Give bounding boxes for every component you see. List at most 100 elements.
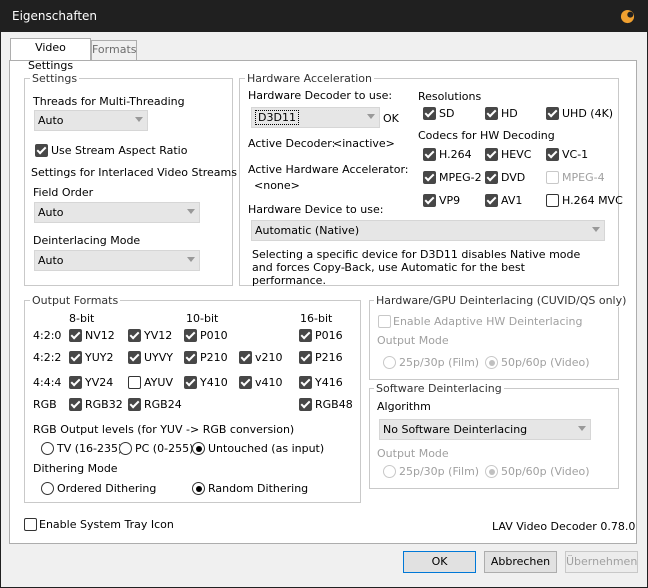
fmt-rgb32-checkbox[interactable] (69, 398, 82, 411)
hw-deint-video-label: 50p/60p (Video) (501, 356, 590, 369)
fmt-yv24-label: YV24 (85, 376, 114, 389)
codec-av1-label: AV1 (501, 194, 523, 207)
sw-deint-film-radio[interactable] (383, 465, 396, 478)
fmt-p010-checkbox[interactable] (184, 329, 197, 342)
fmt-y410-checkbox[interactable] (184, 376, 197, 389)
algorithm-combo[interactable]: No Software Deinterlacing (379, 419, 591, 440)
codecs-label: Codecs for HW Decoding (418, 129, 555, 142)
res-hd-label: HD (501, 107, 518, 120)
chevron-down-icon (187, 257, 195, 262)
fmt-yuy2-label: YUY2 (85, 351, 114, 364)
hwaccel-group-title: Hardware Acceleration (245, 72, 374, 85)
apply-button[interactable]: Übernehmen (565, 551, 638, 573)
res-sd-checkbox[interactable] (423, 107, 436, 120)
chevron-down-icon (592, 227, 600, 232)
tab-formats[interactable]: Formats (91, 40, 137, 60)
chevron-down-icon (367, 114, 375, 119)
dither-ordered-radio[interactable] (41, 482, 54, 495)
sw-deint-film-label: 25p/30p (Film) (399, 465, 480, 478)
res-hd-checkbox[interactable] (485, 107, 498, 120)
fmt-yuy2-checkbox[interactable] (69, 351, 82, 364)
fmt-p016-label: P016 (315, 329, 343, 342)
row-444-label: 4:4:4 (33, 376, 62, 389)
dither-random-radio[interactable] (192, 482, 205, 495)
dither-ordered-label: Ordered Dithering (57, 482, 157, 495)
row-422-label: 4:2:2 (33, 351, 62, 364)
fmt-uyvy-checkbox[interactable] (128, 351, 141, 364)
fmt-p016-checkbox[interactable] (299, 329, 312, 342)
tab-video-settings[interactable]: Video Settings (10, 38, 91, 72)
active-accel-value: <none> (254, 179, 300, 192)
resolutions-label: Resolutions (418, 90, 482, 103)
codec-h264mvc-checkbox[interactable] (546, 194, 559, 207)
codec-h264-checkbox[interactable] (423, 148, 436, 161)
row-420-label: 4:2:0 (33, 329, 62, 342)
fmt-yv12-checkbox[interactable] (128, 329, 141, 342)
deint-mode-label: Deinterlacing Mode (33, 234, 141, 247)
hw-decoder-value: D3D11 (255, 110, 299, 125)
hw-decoder-status: OK (383, 112, 399, 125)
levels-tv-label: TV (16-235) (57, 442, 123, 455)
sw-deint-video-radio[interactable] (485, 465, 498, 478)
codec-mpeg2-checkbox[interactable] (423, 171, 436, 184)
levels-tv-radio[interactable] (41, 442, 54, 455)
cancel-button[interactable]: Abbrechen (484, 551, 557, 573)
hw-deint-enable-label: Enable Adaptive HW Deinterlacing (393, 315, 583, 328)
field-order-value: Auto (38, 206, 64, 219)
fmt-y410-label: Y410 (200, 376, 228, 389)
fmt-yv24-checkbox[interactable] (69, 376, 82, 389)
levels-untouched-radio[interactable] (192, 442, 205, 455)
tray-icon-label: Enable System Tray Icon (39, 518, 174, 531)
levels-pc-radio[interactable] (119, 442, 132, 455)
fmt-p216-checkbox[interactable] (299, 351, 312, 364)
field-order-combo[interactable]: Auto (34, 202, 200, 223)
hw-device-combo[interactable]: Automatic (Native) (251, 220, 605, 241)
threads-value: Auto (38, 114, 64, 127)
ok-button[interactable]: OK (403, 551, 476, 573)
dither-random-label: Random Dithering (208, 482, 309, 495)
codec-vc1-label: VC-1 (562, 148, 589, 161)
tray-icon-checkbox[interactable] (24, 518, 37, 531)
active-accel-label: Active Hardware Accelerator: (248, 163, 409, 176)
codec-mpeg4-checkbox[interactable] (546, 171, 559, 184)
res-sd-label: SD (439, 107, 455, 120)
fmt-rgb24-checkbox[interactable] (128, 398, 141, 411)
fmt-p216-label: P216 (315, 351, 343, 364)
codec-dvd-checkbox[interactable] (485, 171, 498, 184)
hw-deint-enable-checkbox[interactable] (378, 315, 391, 328)
fmt-v210-checkbox[interactable] (239, 351, 252, 364)
fmt-nv12-checkbox[interactable] (69, 329, 82, 342)
header-8bit: 8-bit (69, 312, 95, 325)
fmt-p210-checkbox[interactable] (184, 351, 197, 364)
fmt-ayuv-checkbox[interactable] (128, 376, 141, 389)
fmt-y416-checkbox[interactable] (299, 376, 312, 389)
hw-deint-video-radio[interactable] (485, 356, 498, 369)
fmt-p210-label: P210 (200, 351, 228, 364)
hw-deint-film-radio[interactable] (383, 356, 396, 369)
codec-hevc-checkbox[interactable] (485, 148, 498, 161)
active-decoder-label: Active Decoder: (248, 137, 336, 150)
res-uhd-checkbox[interactable] (546, 107, 559, 120)
window-title: Eigenschaften (12, 9, 98, 23)
fmt-rgb48-checkbox[interactable] (299, 398, 312, 411)
codec-mpeg2-label: MPEG-2 (439, 171, 482, 184)
fmt-rgb32-label: RGB32 (85, 398, 123, 411)
algorithm-label: Algorithm (377, 400, 431, 413)
codec-av1-checkbox[interactable] (485, 194, 498, 207)
output-formats-title: Output Formats (30, 294, 121, 307)
hw-device-value: Automatic (Native) (255, 224, 360, 237)
hw-decoder-combo[interactable]: D3D11 (251, 107, 380, 128)
stream-aspect-checkbox[interactable] (35, 144, 48, 157)
header-16bit: 16-bit (300, 312, 333, 325)
levels-untouched-label: Untouched (as input) (208, 442, 325, 455)
algorithm-value: No Software Deinterlacing (383, 423, 528, 436)
codec-h264mvc-label: H.264 MVC (562, 194, 623, 207)
fmt-v410-checkbox[interactable] (239, 376, 252, 389)
threads-combo[interactable]: Auto (34, 110, 148, 131)
dither-label: Dithering Mode (33, 462, 118, 475)
codec-vc1-checkbox[interactable] (546, 148, 559, 161)
fmt-p010-label: P010 (200, 329, 228, 342)
deint-mode-combo[interactable]: Auto (34, 250, 200, 271)
chevron-down-icon (578, 426, 586, 431)
codec-vp9-checkbox[interactable] (423, 194, 436, 207)
